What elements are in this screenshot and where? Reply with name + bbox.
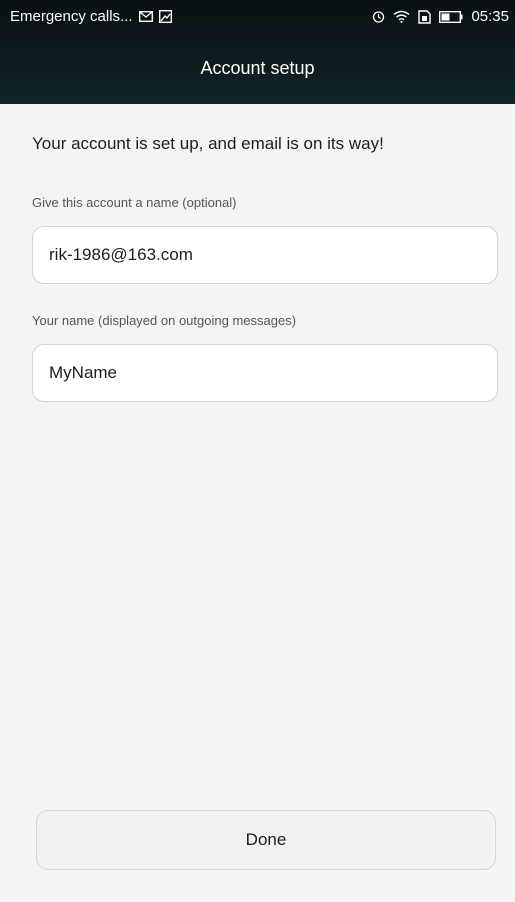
status-time: 05:35 <box>471 8 509 25</box>
mail-icon <box>138 11 153 22</box>
done-button[interactable]: Done <box>36 810 496 870</box>
wifi-icon <box>393 10 410 23</box>
your-name-input[interactable] <box>32 344 498 402</box>
status-bar: Emergency calls... 05:35 <box>0 0 515 34</box>
page-title: Account setup <box>200 58 315 78</box>
setup-complete-message: Your account is set up, and email is on … <box>32 134 384 153</box>
carrier-text: Emergency calls... <box>10 8 133 25</box>
image-icon <box>158 10 172 23</box>
app-header: Emergency calls... 05:35 Account setup <box>0 0 515 104</box>
sim-icon <box>418 9 432 24</box>
account-name-label: Give this account a name (optional) <box>32 195 237 210</box>
alarm-icon <box>372 10 385 23</box>
screen: Emergency calls... 05:35 Account setup Y… <box>0 0 515 902</box>
account-name-input[interactable] <box>32 226 498 284</box>
your-name-label: Your name (displayed on outgoing message… <box>32 313 297 328</box>
status-right: 05:35 <box>372 8 509 25</box>
status-left: Emergency calls... <box>10 8 172 25</box>
battery-icon <box>439 10 463 23</box>
